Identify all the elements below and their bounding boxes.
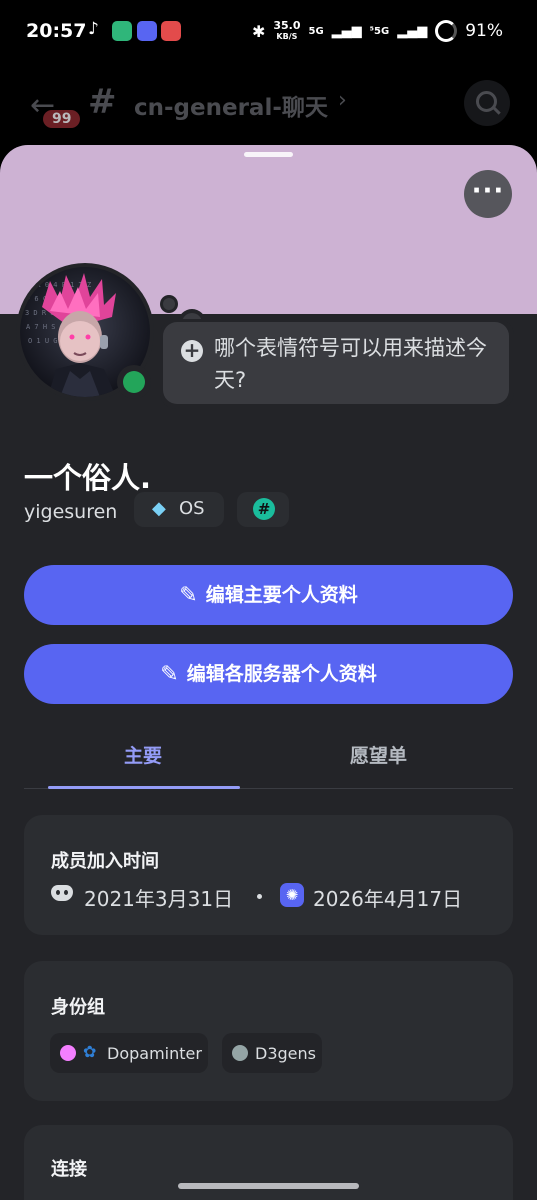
home-indicator[interactable] [178, 1183, 359, 1189]
edit-main-profile-button[interactable]: ✎ 编辑主要个人资料 [24, 565, 513, 625]
bluetooth-icon: ✱ [251, 21, 266, 41]
status-bar: 20:57 ♪ ✱ 35.0 KB/S 5G ▂▄▆ ⁵5G ▂▄▆ 91% [0, 0, 537, 62]
edit-main-profile-label: 编辑主要个人资料 [205, 584, 358, 606]
channel-hash-icon: # [88, 82, 117, 122]
role-name: Dopaminter [107, 1044, 202, 1063]
role-emoji-icon: ✿ [83, 1042, 97, 1061]
status-time: 20:57 [26, 20, 87, 42]
connections-title: 连接 [51, 1159, 87, 1180]
separator-dot [257, 894, 262, 899]
pencil-icon: ✎ [160, 662, 179, 687]
online-status [117, 365, 151, 399]
signal-bars-icon-2: ▂▄▆ [397, 23, 428, 39]
game-icon [161, 21, 181, 41]
member-since-title: 成员加入时间 [51, 851, 159, 872]
app-icon [112, 21, 132, 41]
more-options-button[interactable]: ··· [464, 170, 512, 218]
custom-status-prompt: 哪个表情符号可以用来描述今天? [214, 336, 487, 392]
edit-server-profile-button[interactable]: ✎ 编辑各服务器个人资料 [24, 644, 513, 704]
tab-main[interactable]: 主要 [124, 741, 162, 768]
status-indicators: ✱ 35.0 KB/S 5G ▂▄▆ ⁵5G ▂▄▆ 91% [252, 20, 503, 42]
role-chip-dopaminter[interactable]: ✿ Dopaminter [50, 1033, 208, 1073]
sheet-drag-handle[interactable] [244, 152, 293, 157]
discord-join-date: 2021年3月31日 [84, 887, 234, 911]
signal-2: ⁵5G [369, 25, 390, 37]
net-speed-unit: KB/S [276, 31, 298, 41]
display-name: 一个俗人. [24, 461, 152, 495]
signal-bars-icon: ▂▄▆ [331, 23, 362, 39]
net-speed: 35.0 KB/S [273, 18, 301, 42]
pencil-icon: ✎ [179, 583, 198, 608]
online-status-dot [123, 371, 145, 393]
net-speed-value: 35.0 [273, 18, 301, 32]
custom-status-bubble[interactable]: + 哪个表情符号可以用来描述今天? [160, 319, 514, 409]
hypesquad-badge-chip[interactable]: # [237, 492, 289, 527]
roles-title: 身份组 [51, 997, 105, 1018]
roles-card: 身份组 ✿ Dopaminter D3gens [24, 961, 513, 1101]
role-color-dot [60, 1045, 76, 1061]
discord-icon [137, 21, 157, 41]
battery-icon [435, 20, 458, 42]
role-name: D3gens [255, 1044, 316, 1063]
role-chip-d3gens[interactable]: D3gens [222, 1033, 322, 1073]
server-icon: ✺ [280, 883, 304, 907]
tiktok-icon: ♪ [88, 19, 99, 39]
server-tag-label: OS [179, 498, 205, 519]
custom-status-inner: + 哪个表情符号可以用来描述今天? [163, 322, 509, 404]
gem-icon: ◆ [152, 498, 166, 519]
server-tag-chip[interactable]: ◆ OS [134, 492, 224, 527]
add-emoji-icon: + [181, 340, 203, 362]
discord-logo-icon [51, 885, 73, 901]
hash-badge-icon: # [253, 498, 275, 520]
signal-1: 5G [308, 25, 324, 37]
username[interactable]: yigesuren [24, 501, 117, 523]
edit-server-profile-label: 编辑各服务器个人资料 [186, 663, 377, 685]
chevron-right-icon[interactable]: › [338, 88, 347, 113]
thought-dot-small [160, 295, 178, 313]
battery-percent: 91% [465, 21, 503, 41]
tab-wishlist[interactable]: 愿望单 [350, 741, 407, 768]
server-join-date: 2026年4月17日 [313, 887, 463, 911]
search-button[interactable] [464, 80, 510, 126]
channel-name[interactable]: cn-general-聊天 [134, 88, 328, 122]
member-since-card: 成员加入时间 2021年3月31日 ✺ 2026年4月17日 [24, 815, 513, 935]
active-tab-indicator [48, 786, 240, 789]
role-color-dot [232, 1045, 248, 1061]
unread-badge: 99 [43, 110, 81, 128]
search-icon-handle [492, 106, 501, 115]
profile-sheet: ··· Y K 0 4 P 1 T Z F 6 C L X 2 N 9 3 D … [0, 145, 537, 1200]
